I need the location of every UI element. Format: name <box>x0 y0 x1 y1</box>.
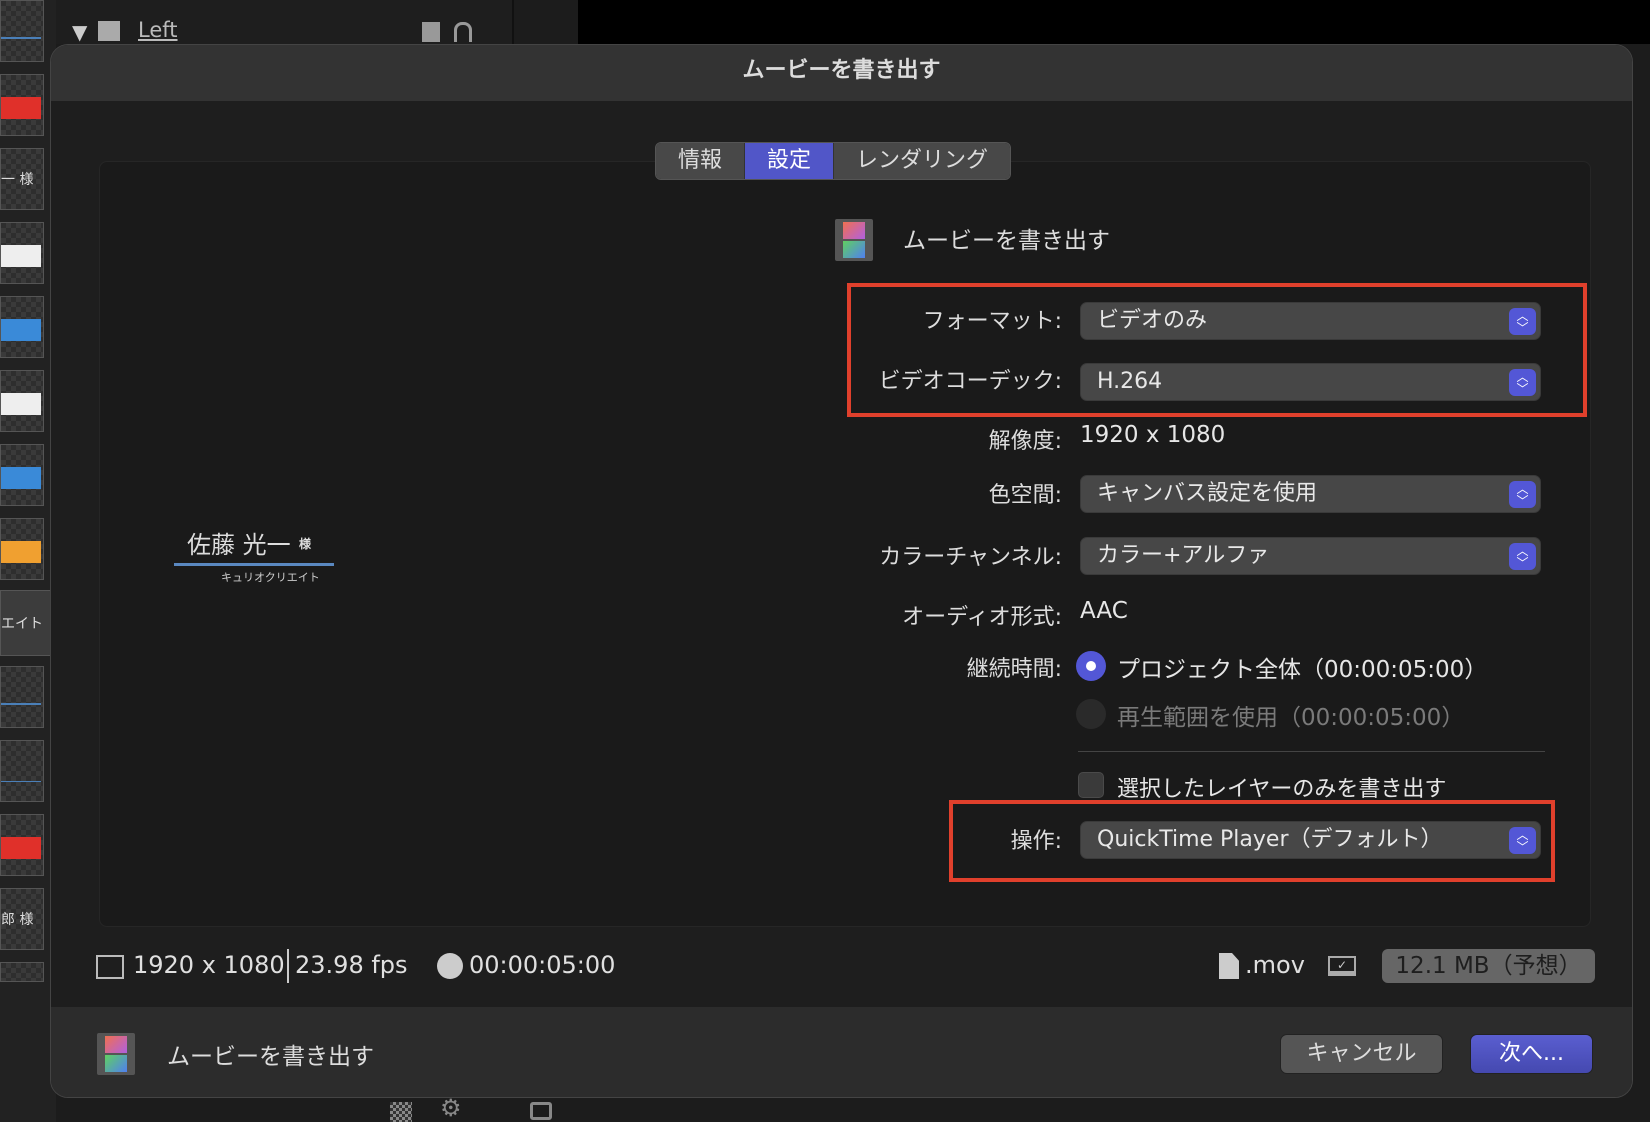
blend-icon[interactable] <box>422 22 440 42</box>
preview: 佐藤 光一 様 キュリオクリエイト <box>171 525 391 615</box>
info-fps: 23.98 fps <box>295 951 408 979</box>
layer-row[interactable]: ▼ Left <box>56 0 512 44</box>
next-button[interactable]: 次へ... <box>1470 1034 1593 1074</box>
format-label: フォーマット: <box>922 309 1062 334</box>
info-duration: 00:00:05:00 <box>469 951 616 979</box>
file-icon <box>1219 953 1239 979</box>
window-icon[interactable] <box>530 1102 552 1120</box>
layer-name[interactable]: Left <box>138 18 178 42</box>
tab-settings[interactable]: 設定 <box>745 143 835 179</box>
resolution-value: 1920 x 1080 <box>1080 422 1226 448</box>
info-separator <box>287 949 289 983</box>
selected-layers-label[interactable]: 選択したレイヤーのみを書き出す <box>1117 771 1446 803</box>
thumbnail[interactable] <box>0 444 44 506</box>
movie-icon <box>97 1033 135 1075</box>
size-estimate: 12.1 MB（予想） <box>1382 949 1595 983</box>
checkerboard-icon[interactable] <box>390 1102 412 1122</box>
thumbnail[interactable]: 郎 様 <box>0 888 44 950</box>
thumbnail[interactable]: 一 様 <box>0 148 44 210</box>
canvas-area <box>578 0 1650 44</box>
codec-label: ビデオコーデック: <box>878 369 1062 394</box>
channels-select[interactable]: カラー+アルファ ︿ ﹀ <box>1080 537 1541 575</box>
info-extension: .mov <box>1245 951 1305 979</box>
thumbnail[interactable] <box>0 814 44 876</box>
chevron-updown-icon: ︿ ﹀ <box>1509 543 1536 570</box>
radio-play-range[interactable] <box>1076 699 1106 729</box>
thumbnail[interactable] <box>0 222 44 284</box>
format-select[interactable]: ビデオのみ ︿ ﹀ <box>1080 302 1541 340</box>
codec-select[interactable]: H.264 ︿ ﹀ <box>1080 363 1541 401</box>
duration-label: 継続時間: <box>966 657 1062 682</box>
colorspace-label: 色空間: <box>988 483 1062 508</box>
chevron-updown-icon: ︿ ﹀ <box>1509 369 1536 396</box>
movie-icon <box>835 219 873 261</box>
display-check-icon: ✓ <box>1328 956 1356 976</box>
preview-company: キュリオクリエイト <box>221 571 320 584</box>
dialog-bottom-bar: ムービーを書き出す キャンセル 次へ... <box>51 1007 1632 1097</box>
tab-bar: 情報 設定 レンダリング <box>655 142 1012 180</box>
divider <box>1078 751 1545 752</box>
audio-value: AAC <box>1080 598 1128 624</box>
unlock-icon[interactable] <box>454 22 472 42</box>
duration-option-project[interactable]: プロジェクト全体（00:00:05:00） <box>1117 650 1487 684</box>
resolution-label: 解像度: <box>988 429 1062 454</box>
thumbnail[interactable] <box>0 0 44 62</box>
dialog-title: ムービーを書き出す <box>51 45 1632 101</box>
preview-underline <box>174 563 334 566</box>
thumbnail[interactable] <box>0 518 44 580</box>
thumbnail-selected[interactable]: エイト <box>0 590 54 656</box>
disclosure-triangle-icon[interactable]: ▼ <box>72 20 87 44</box>
bottom-title: ムービーを書き出す <box>167 1044 374 1070</box>
thumbnail[interactable] <box>0 666 44 728</box>
preset-title: ムービーを書き出す <box>903 228 1110 254</box>
radio-project-duration[interactable] <box>1076 651 1106 681</box>
selected-layers-checkbox[interactable] <box>1078 772 1104 798</box>
info-resolution: 1920 x 1080 <box>133 951 285 979</box>
thumbnail[interactable] <box>0 962 44 982</box>
audio-label: オーディオ形式: <box>902 605 1062 630</box>
thumbnail[interactable] <box>0 370 44 432</box>
tab-rendering[interactable]: レンダリング <box>834 143 1011 179</box>
thumbnail[interactable] <box>0 74 44 136</box>
chevron-updown-icon: ︿ ﹀ <box>1509 481 1536 508</box>
clock-icon <box>437 953 463 979</box>
duration-option-range[interactable]: 再生範囲を使用（00:00:05:00） <box>1117 698 1464 732</box>
colorspace-select[interactable]: キャンバス設定を使用 ︿ ﹀ <box>1080 475 1541 513</box>
bottom-toolbar: ⚙ <box>290 1094 570 1122</box>
resolution-icon <box>96 955 124 979</box>
cancel-button[interactable]: キャンセル <box>1280 1034 1443 1074</box>
gear-icon[interactable]: ⚙ <box>440 1094 462 1122</box>
panel-divider <box>512 0 514 44</box>
layer-group-icon <box>98 21 120 41</box>
export-movie-dialog: ムービーを書き出す 情報 設定 レンダリング 佐藤 光一 様 キュリオクリエイト… <box>50 44 1633 1098</box>
chevron-updown-icon: ︿ ﹀ <box>1509 308 1536 335</box>
tab-info[interactable]: 情報 <box>656 143 746 179</box>
preview-honorific: 様 <box>299 537 312 551</box>
action-select[interactable]: QuickTime Player（デフォルト） ︿ ﹀ <box>1080 821 1541 859</box>
thumbnail[interactable] <box>0 740 44 802</box>
action-label: 操作: <box>1010 829 1062 854</box>
thumbnail[interactable] <box>0 296 44 358</box>
channels-label: カラーチャンネル: <box>879 545 1062 570</box>
preview-name: 佐藤 光一 <box>187 531 291 559</box>
chevron-updown-icon: ︿ ﹀ <box>1509 827 1536 854</box>
